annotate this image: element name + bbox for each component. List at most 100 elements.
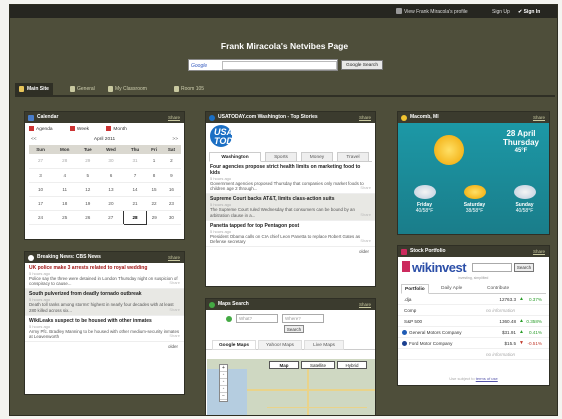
calendar-day[interactable]: 30: [161, 210, 181, 225]
calendar-day[interactable]: 27: [29, 154, 53, 169]
where-input[interactable]: Where?: [282, 314, 324, 323]
tab-google-maps[interactable]: Google Maps: [212, 340, 256, 350]
stock-row[interactable]: S&P 500 1360.48 ▲ 0.358%: [398, 316, 549, 327]
next-month-button[interactable]: >>: [172, 137, 178, 142]
calendar-day[interactable]: 27: [98, 210, 124, 225]
zoom-out-icon[interactable]: −: [220, 393, 227, 400]
share-link[interactable]: Share: [168, 112, 180, 123]
widget-header[interactable]: Macomb, MI Share: [398, 112, 549, 123]
map-zoom-control[interactable]: + ◦ ◦ ◦ −: [219, 364, 228, 402]
calendar-day[interactable]: 28: [52, 154, 78, 169]
view-month[interactable]: Month: [106, 126, 134, 132]
calendar-day[interactable]: 18: [52, 196, 78, 211]
calendar-day[interactable]: 30: [98, 154, 124, 169]
calendar-day[interactable]: 17: [29, 196, 53, 211]
pan-icon[interactable]: ◦: [220, 379, 227, 386]
stock-row[interactable]: Ford Motor Company $15.5 ▼ -0.51%: [398, 338, 549, 349]
share-link[interactable]: Share: [359, 112, 371, 123]
pan-icon[interactable]: ◦: [220, 372, 227, 379]
map-search-button[interactable]: Search: [284, 325, 304, 333]
news-share-link[interactable]: Share: [169, 333, 180, 338]
map-type-map[interactable]: Map: [269, 361, 299, 369]
stock-row[interactable]: General Motors Company $31.91 ▲ 0.41%: [398, 327, 549, 338]
google-search-input[interactable]: [222, 61, 337, 70]
tab-general[interactable]: General: [67, 83, 95, 95]
tab-live-maps[interactable]: Live Maps: [304, 340, 344, 350]
news-item[interactable]: WikiLeaks suspect to be housed with othe…: [25, 316, 184, 343]
sign-up-link[interactable]: Sign Up: [492, 9, 510, 15]
sign-in-link[interactable]: ✔ Sign In: [518, 9, 540, 15]
calendar-day[interactable]: 15: [146, 182, 162, 197]
widget-header[interactable]: Breaking News: CBS News Share: [25, 252, 184, 263]
calendar-day[interactable]: 26: [77, 210, 99, 225]
tab-yahoo-maps[interactable]: Yahoo! Maps: [258, 340, 302, 350]
tab-portfolio[interactable]: Portfolio: [401, 284, 429, 294]
calendar-day[interactable]: 23: [161, 196, 181, 211]
calendar-day[interactable]: 16: [161, 182, 181, 197]
tab-contribute[interactable]: Contribute: [487, 284, 509, 294]
calendar-day[interactable]: 2: [161, 154, 181, 169]
tab-main-site[interactable]: Main Site: [15, 83, 53, 95]
stock-row[interactable]: .dja 12763.3 ▲ 0.37%: [398, 294, 549, 305]
widget-header[interactable]: Maps Search Share: [206, 299, 375, 310]
news-item[interactable]: South pulverized from deadly tornado out…: [25, 289, 184, 316]
share-link[interactable]: Share: [359, 299, 371, 310]
google-search-button[interactable]: Google Search: [341, 60, 383, 70]
calendar-day[interactable]: 14: [123, 182, 147, 197]
calendar-day[interactable]: 29: [146, 210, 162, 225]
tab-daily-aple[interactable]: Daily Aple: [441, 284, 462, 294]
news-title[interactable]: Four agencies propose strict health limi…: [210, 164, 371, 176]
what-input[interactable]: What?: [236, 314, 278, 323]
tab-my-classroom[interactable]: My Classroom: [105, 83, 147, 95]
calendar-day[interactable]: 21: [123, 196, 147, 211]
view-week[interactable]: Week: [69, 126, 97, 132]
calendar-day[interactable]: 11: [52, 182, 78, 197]
calendar-day[interactable]: 8: [146, 168, 162, 183]
calendar-day[interactable]: 25: [52, 210, 78, 225]
calendar-day[interactable]: 4: [52, 168, 78, 183]
view-profile-link[interactable]: View Frank Miracola's profile: [404, 9, 468, 15]
calendar-day[interactable]: 1: [146, 154, 162, 169]
calendar-day[interactable]: 5: [77, 168, 99, 183]
map-type-hybrid[interactable]: Hybrid: [337, 361, 367, 369]
widget-header[interactable]: USATODAY.com Washington - Top Stories Sh…: [206, 112, 375, 123]
subtab-sports[interactable]: Sports: [265, 152, 297, 162]
map-type-satellite[interactable]: Satellite: [301, 361, 335, 369]
calendar-day[interactable]: 12: [77, 182, 99, 197]
subtab-travel[interactable]: Travel: [337, 152, 369, 162]
widget-header[interactable]: Calendar Share: [25, 112, 184, 123]
news-share-link[interactable]: Share: [169, 307, 180, 312]
news-share-link[interactable]: Share: [360, 238, 371, 243]
stock-row[interactable]: no information: [398, 349, 549, 360]
stock-search-button[interactable]: Search: [514, 263, 534, 272]
calendar-day[interactable]: 3: [29, 168, 53, 183]
zoom-in-icon[interactable]: +: [220, 365, 227, 372]
calendar-day[interactable]: 29: [77, 154, 99, 169]
terms-of-use-link[interactable]: terms of use: [476, 376, 498, 381]
calendar-day[interactable]: 20: [98, 196, 124, 211]
share-link[interactable]: Share: [168, 252, 180, 263]
calendar-day[interactable]: 24: [29, 210, 53, 225]
subtab-money[interactable]: Money: [301, 152, 333, 162]
map-view[interactable]: + ◦ ◦ ◦ − Map Satellite Hybrid: [207, 359, 375, 415]
news-item[interactable]: Supreme Court backs AT&T, limits class-a…: [206, 194, 375, 221]
news-item[interactable]: Panetta tapped for top Pentagon post 5 h…: [206, 221, 375, 248]
news-share-link[interactable]: Share: [360, 185, 371, 190]
calendar-day[interactable]: 9: [161, 168, 181, 183]
news-share-link[interactable]: Share: [360, 212, 371, 217]
calendar-day[interactable]: 31: [123, 154, 147, 169]
news-item[interactable]: UK police make 3 arrests related to roya…: [25, 263, 184, 290]
tab-room-105[interactable]: Room 105: [171, 83, 204, 95]
calendar-day[interactable]: 19: [77, 196, 99, 211]
news-share-link[interactable]: Share: [169, 280, 180, 285]
older-link[interactable]: older: [25, 342, 184, 351]
widget-header[interactable]: Stock Portfolio Share: [398, 246, 549, 257]
older-link[interactable]: older: [206, 247, 375, 256]
view-agenda[interactable]: Agenda: [29, 126, 61, 132]
calendar-day[interactable]: 13: [98, 182, 124, 197]
news-item[interactable]: Four agencies propose strict health limi…: [206, 162, 375, 195]
stock-search-input[interactable]: [472, 263, 512, 272]
pan-icon[interactable]: ◦: [220, 386, 227, 393]
share-link[interactable]: Share: [533, 112, 545, 123]
calendar-day[interactable]: 6: [98, 168, 124, 183]
